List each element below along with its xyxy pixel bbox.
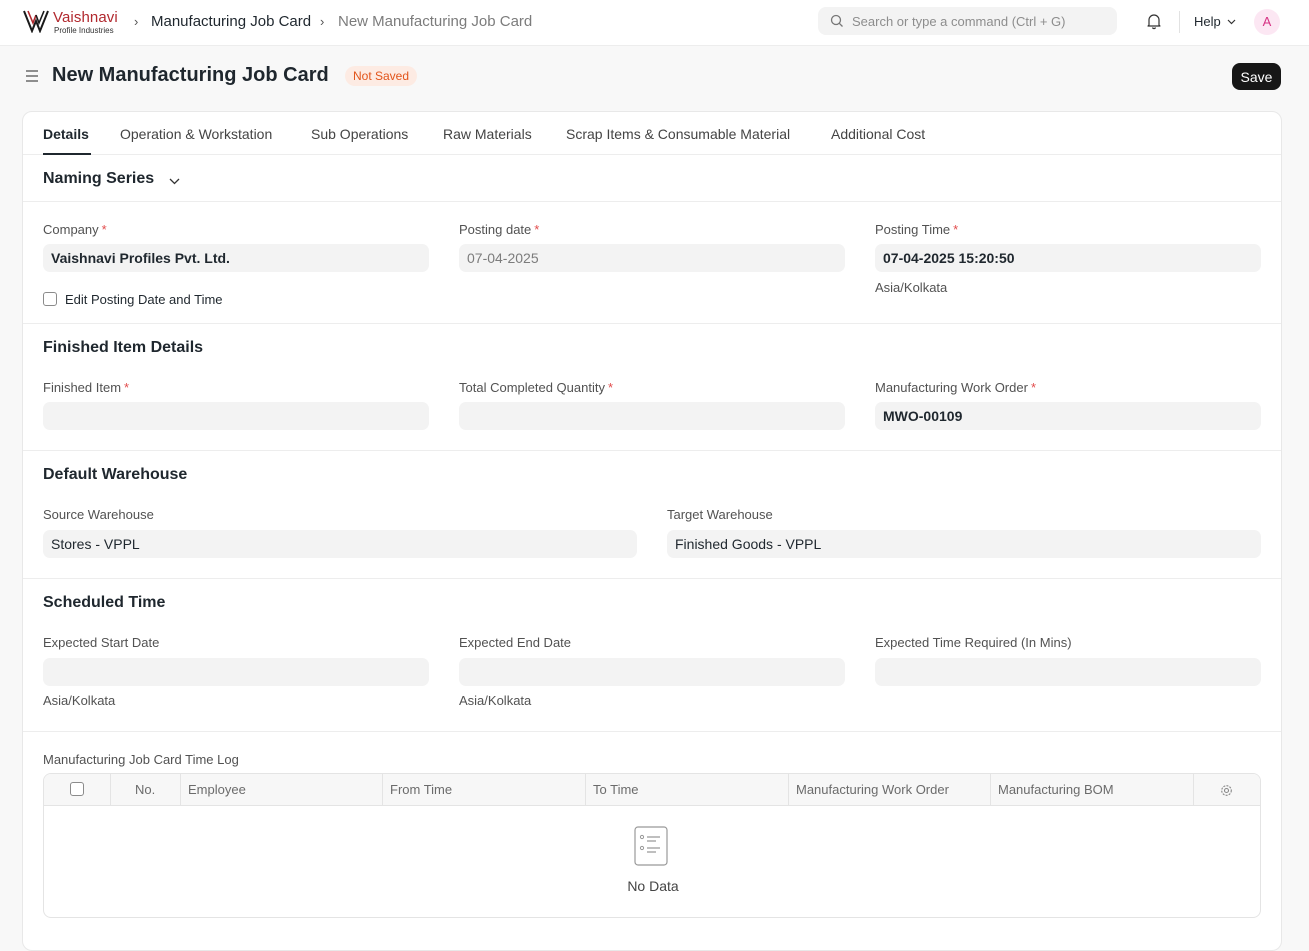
search-bar[interactable]: [818, 7, 1117, 35]
column-divider: [788, 774, 789, 806]
search-icon: [830, 14, 843, 27]
naming-series-toggle[interactable]: Naming Series: [43, 170, 154, 188]
tab-scrap-items[interactable]: Scrap Items & Consumable Material: [566, 126, 790, 142]
save-button[interactable]: Save: [1232, 63, 1281, 90]
time-log-header: No. Employee From Time To Time Manufactu…: [44, 774, 1260, 806]
finished-item-field[interactable]: [43, 402, 429, 430]
expected-time-required-label: Expected Time Required (In Mins): [875, 635, 1072, 650]
tab-additional-cost[interactable]: Additional Cost: [831, 126, 925, 142]
user-avatar[interactable]: A: [1254, 9, 1280, 35]
posting-date-label: Posting date *: [459, 222, 540, 237]
brand-subtitle: Profile Industries: [54, 26, 114, 35]
default-warehouse-section-title: Default Warehouse: [43, 466, 188, 483]
chevron-down-icon[interactable]: [1227, 19, 1236, 25]
active-tab-indicator: [43, 153, 91, 155]
target-warehouse-field[interactable]: Finished Goods - VPPL: [667, 530, 1261, 558]
time-log-table: No. Employee From Time To Time Manufactu…: [43, 773, 1261, 918]
scheduled-time-section-title: Scheduled Time: [43, 594, 166, 611]
posting-date-field: 07-04-2025: [459, 244, 845, 272]
target-warehouse-label: Target Warehouse: [667, 507, 773, 522]
column-work-order: Manufacturing Work Order: [796, 782, 949, 797]
column-divider: [990, 774, 991, 806]
status-badge: Not Saved: [345, 66, 418, 86]
tab-raw-materials[interactable]: Raw Materials: [443, 126, 532, 142]
gear-icon[interactable]: [1220, 784, 1233, 797]
brand-logo[interactable]: Vaishnavi Profile Industries: [23, 8, 123, 36]
posting-time-field[interactable]: 07-04-2025 15:20:50: [875, 244, 1261, 272]
empty-state-text: No Data: [627, 878, 679, 894]
tab-operation-workstation[interactable]: Operation & Workstation: [120, 126, 272, 142]
column-divider: [382, 774, 383, 806]
brand-name: Vaishnavi: [53, 9, 118, 26]
section-divider: [23, 323, 1281, 324]
sidebar-toggle-icon[interactable]: [25, 69, 39, 83]
start-date-timezone: Asia/Kolkata: [43, 693, 116, 708]
form-tabs: Details Operation & Workstation Sub Oper…: [23, 112, 1281, 155]
section-divider: [23, 731, 1281, 732]
time-log-label: Manufacturing Job Card Time Log: [43, 752, 239, 767]
column-divider: [1193, 774, 1194, 806]
source-warehouse-field[interactable]: Stores - VPPL: [43, 530, 637, 558]
empty-list-icon: [634, 826, 668, 866]
edit-posting-checkbox[interactable]: [43, 292, 57, 306]
finished-item-label: Finished Item *: [43, 380, 130, 395]
company-label: Company *: [43, 222, 107, 237]
section-divider: [23, 450, 1281, 451]
logo-mark-icon: [23, 10, 49, 33]
posting-time-timezone: Asia/Kolkata: [875, 280, 948, 295]
help-menu[interactable]: Help: [1194, 14, 1221, 29]
page-title: New Manufacturing Job Card: [52, 64, 329, 86]
expected-end-date-label: Expected End Date: [459, 635, 572, 650]
expected-start-date-label: Expected Start Date: [43, 635, 160, 650]
company-field[interactable]: Vaishnavi Profiles Pvt. Ltd.: [43, 244, 429, 272]
expected-time-required-field[interactable]: [875, 658, 1261, 686]
navbar: Vaishnavi Profile Industries › Manufactu…: [0, 0, 1309, 46]
work-order-label: Manufacturing Work Order *: [875, 380, 1036, 395]
total-completed-qty-field[interactable]: [459, 402, 845, 430]
navbar-divider: [1179, 11, 1180, 33]
expected-start-date-field[interactable]: [43, 658, 429, 686]
tab-details[interactable]: Details: [43, 126, 89, 142]
finished-item-section-title: Finished Item Details: [43, 339, 204, 356]
column-bom: Manufacturing BOM: [998, 782, 1114, 797]
section-divider: [23, 578, 1281, 579]
column-from-time: From Time: [390, 782, 453, 797]
column-divider: [110, 774, 111, 806]
chevron-down-icon[interactable]: [169, 178, 180, 185]
section-divider: [23, 201, 1281, 202]
column-to-time: To Time: [593, 782, 639, 797]
form-card: Details Operation & Workstation Sub Oper…: [22, 111, 1282, 951]
work-order-field[interactable]: MWO-00109: [875, 402, 1261, 430]
column-divider: [585, 774, 586, 806]
column-no: No.: [135, 782, 156, 797]
breadcrumb-chevron-icon: ›: [134, 14, 139, 29]
column-divider: [180, 774, 181, 806]
posting-time-label: Posting Time *: [875, 222, 959, 237]
breadcrumb-chevron-icon: ›: [320, 14, 325, 29]
select-all-checkbox[interactable]: [70, 782, 84, 796]
breadcrumb-manufacturing-job-card[interactable]: Manufacturing Job Card: [151, 13, 311, 30]
edit-posting-label[interactable]: Edit Posting Date and Time: [65, 292, 223, 307]
notification-bell-icon[interactable]: [1146, 13, 1162, 30]
search-input[interactable]: [852, 7, 1112, 35]
tab-sub-operations[interactable]: Sub Operations: [311, 126, 408, 142]
expected-end-date-field[interactable]: [459, 658, 845, 686]
column-employee: Employee: [188, 782, 246, 797]
source-warehouse-label: Source Warehouse: [43, 507, 154, 522]
breadcrumb-current: New Manufacturing Job Card: [338, 13, 533, 30]
total-completed-qty-label: Total Completed Quantity *: [459, 380, 614, 395]
end-date-timezone: Asia/Kolkata: [459, 693, 532, 708]
